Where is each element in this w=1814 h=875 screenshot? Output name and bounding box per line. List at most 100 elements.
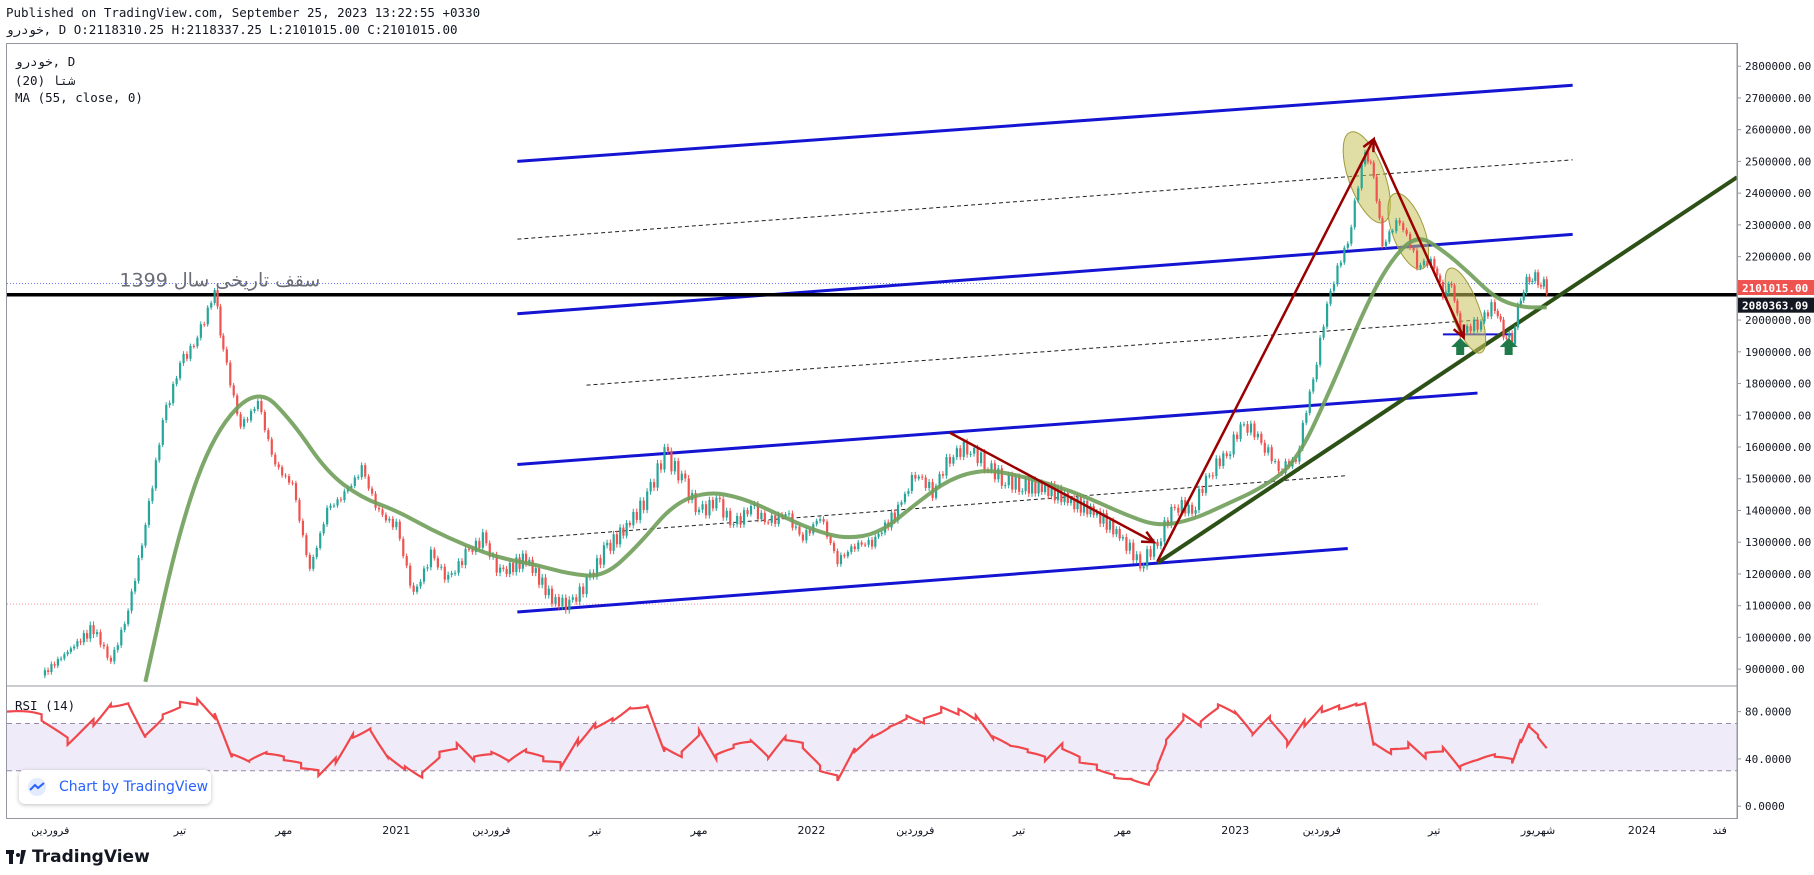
candle-body <box>653 482 656 488</box>
candle-body <box>1466 326 1469 333</box>
candle-body <box>1121 537 1125 539</box>
candle-body <box>1146 549 1149 567</box>
historic-high-annotation: سقف تاریخی سال 1399 <box>119 270 320 292</box>
candle-body <box>436 558 439 568</box>
candle-body <box>454 572 457 574</box>
candle-body <box>82 633 85 643</box>
candle-body <box>701 504 704 510</box>
candle-body <box>805 530 808 541</box>
candle-body <box>1079 497 1082 513</box>
candle-body <box>113 649 116 662</box>
candle-body <box>1378 201 1381 219</box>
candle-body <box>467 548 471 550</box>
rsi-pane[interactable] <box>7 696 1737 787</box>
candle-body <box>1021 491 1024 493</box>
candle-body <box>364 465 367 477</box>
candle-body <box>203 324 206 326</box>
candle-body <box>416 586 419 592</box>
candle-body <box>192 346 196 348</box>
candle-body <box>158 444 161 461</box>
candle-body <box>666 447 670 451</box>
candle-body <box>305 535 308 555</box>
indicator-legend[interactable]: (20) شتا <box>15 73 75 88</box>
candle-body <box>92 625 95 635</box>
candle-body <box>582 586 585 595</box>
candle-body <box>1325 303 1329 327</box>
tradingview-badge[interactable]: Chart by TradingView <box>19 770 211 804</box>
price-tick-label: 2500000.00 <box>1745 155 1811 168</box>
candle-body <box>914 474 917 479</box>
candle-body <box>850 546 853 553</box>
candle-body <box>1232 434 1235 455</box>
candle-body <box>175 378 178 384</box>
candle-body <box>270 439 273 455</box>
candle-body <box>1204 475 1208 493</box>
candle-body <box>1456 300 1459 314</box>
candle-body <box>910 474 913 491</box>
candle-body <box>670 450 673 472</box>
candle-body <box>829 536 832 544</box>
candle-body <box>287 476 291 483</box>
candle-body <box>165 405 168 421</box>
candle-body <box>1229 454 1232 457</box>
candle-body <box>263 412 266 431</box>
candle-body <box>1112 520 1115 535</box>
candle-body <box>846 552 849 557</box>
price-pane[interactable]: سقف تاریخی سال 1399 <box>7 83 1737 683</box>
time-tick-label: مهر <box>274 824 292 837</box>
candle-body <box>256 401 260 410</box>
candle-body <box>684 473 687 479</box>
candle-body <box>615 534 619 545</box>
candle-body <box>1402 223 1405 230</box>
tradingview-logo[interactable]: TradingView <box>6 847 150 867</box>
time-tick-label: مهر <box>689 824 707 837</box>
candle-body <box>1350 227 1353 244</box>
price-tick-label: 1700000.00 <box>1745 409 1811 422</box>
candle-body <box>959 448 962 457</box>
dashed-line <box>586 319 1478 386</box>
candle-body <box>1156 541 1159 547</box>
candle-body <box>196 337 199 347</box>
rsi-legend[interactable]: RSI (14) <box>15 698 75 713</box>
candle-body <box>622 527 625 536</box>
candle-body <box>656 463 659 488</box>
candle-body <box>1336 265 1339 285</box>
candle-body <box>134 581 137 592</box>
candle-body <box>460 561 464 566</box>
candle-body <box>955 448 958 458</box>
candle-body <box>1249 423 1253 433</box>
candle-body <box>277 464 280 468</box>
candle-body <box>225 349 228 363</box>
candle-body <box>880 532 883 534</box>
candle-body <box>625 522 628 536</box>
candle-body <box>443 566 446 580</box>
ma-55-line <box>143 237 1547 683</box>
candle-body <box>1253 423 1256 438</box>
candle-body <box>1534 272 1537 281</box>
candle-body <box>1222 453 1225 467</box>
price-tick-label: 1800000.00 <box>1745 378 1811 391</box>
chart-canvas[interactable]: سقف تاریخی سال 1399 900000.00 1000000.00 11… <box>0 0 1814 875</box>
candle-body <box>1132 542 1135 561</box>
candle-body <box>384 514 388 521</box>
candle-body <box>206 307 209 325</box>
price-tick-label: 1900000.00 <box>1745 346 1811 359</box>
candle-body <box>267 430 270 440</box>
candle-body <box>308 554 311 569</box>
trend-arrow <box>1372 138 1465 339</box>
candle-body <box>1476 319 1479 330</box>
candle-body <box>43 670 47 676</box>
candle-body <box>704 504 708 516</box>
time-tick-label: 2023 <box>1221 824 1249 837</box>
candle-body <box>1312 379 1315 392</box>
candle-body <box>179 363 182 379</box>
tv-logo-icon <box>6 850 26 864</box>
symbol-legend[interactable]: خودرو, D <box>15 54 75 69</box>
candle-body <box>628 522 631 526</box>
candle-body <box>578 586 581 602</box>
candle-body <box>867 539 870 545</box>
candle-body <box>763 512 766 523</box>
candle-body <box>767 522 770 524</box>
candle-body <box>718 497 721 500</box>
ma-legend[interactable]: MA (55, close, 0) <box>15 90 143 105</box>
